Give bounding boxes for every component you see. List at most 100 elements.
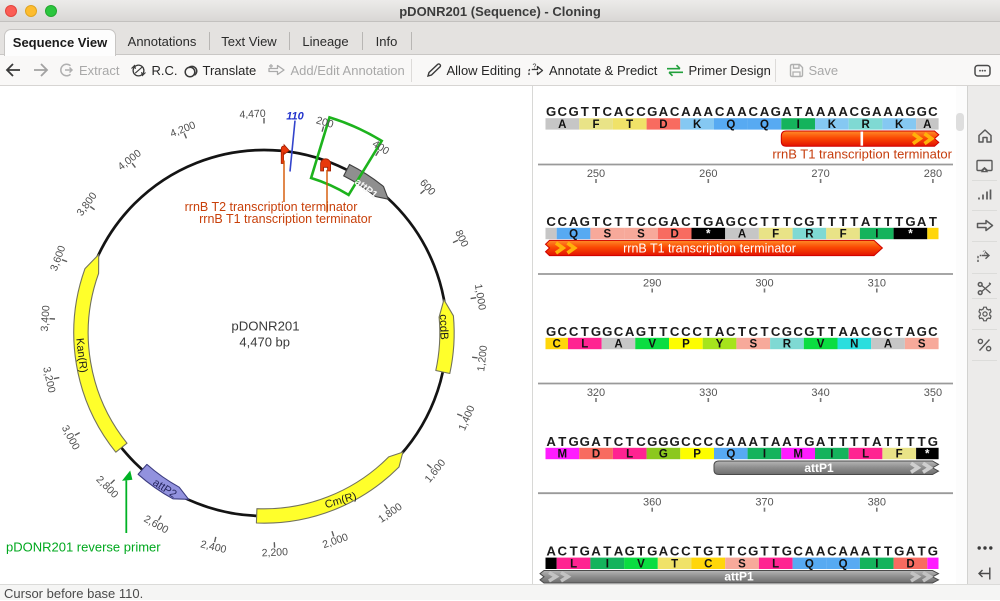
svg-text:A: A: [546, 544, 556, 559]
svg-text:A: A: [827, 104, 837, 119]
svg-text:T: T: [794, 434, 802, 449]
svg-text:T: T: [760, 214, 768, 229]
svg-text:A: A: [850, 544, 860, 559]
svg-text:D: D: [592, 449, 600, 461]
svg-text:attP1: attP1: [804, 461, 834, 475]
svg-text:A: A: [782, 104, 792, 119]
svg-text:rrnB T1 transcription terminat: rrnB T1 transcription terminator: [199, 212, 372, 226]
svg-text:C: C: [771, 324, 781, 339]
svg-text:D: D: [670, 229, 678, 241]
svg-text:Q: Q: [805, 558, 814, 570]
svg-text:T: T: [626, 214, 634, 229]
svg-text:A: A: [737, 434, 747, 449]
svg-text:A: A: [861, 214, 871, 229]
svg-text:G: G: [782, 324, 792, 339]
svg-text:G: G: [726, 214, 736, 229]
svg-text:T: T: [783, 214, 791, 229]
svg-text:C: C: [737, 214, 747, 229]
svg-text:Y: Y: [716, 339, 724, 351]
svg-text:T: T: [862, 434, 870, 449]
svg-text:?: ?: [983, 250, 987, 257]
svg-text:C: C: [614, 324, 624, 339]
svg-text:C: C: [614, 434, 624, 449]
svg-text:T: T: [760, 434, 768, 449]
svg-text:L: L: [626, 449, 633, 461]
svg-text:3,000: 3,000: [59, 423, 82, 452]
svg-text:G: G: [591, 324, 601, 339]
svg-text:G: G: [580, 214, 590, 229]
svg-text:3,400: 3,400: [39, 305, 53, 332]
svg-text:G: G: [602, 324, 612, 339]
svg-text:C: C: [625, 104, 635, 119]
svg-text:320: 320: [587, 387, 605, 399]
svg-text:800: 800: [452, 228, 470, 249]
svg-text:M: M: [558, 449, 568, 461]
svg-text:4,470 bp: 4,470 bp: [239, 335, 290, 350]
svg-text:G: G: [658, 214, 668, 229]
svg-text:T: T: [648, 324, 656, 339]
svg-text:C: C: [636, 214, 646, 229]
svg-text:*: *: [706, 229, 711, 241]
svg-text:T: T: [884, 544, 892, 559]
svg-text:C: C: [558, 544, 568, 559]
svg-text:T: T: [592, 214, 600, 229]
svg-text:A: A: [715, 324, 725, 339]
svg-text:C: C: [681, 324, 691, 339]
svg-text:N: N: [850, 339, 858, 351]
svg-text:T: T: [704, 324, 712, 339]
svg-text:A: A: [614, 339, 622, 351]
svg-text:C: C: [558, 324, 568, 339]
svg-text:C: C: [928, 324, 938, 339]
svg-text:C: C: [681, 434, 691, 449]
svg-text:A: A: [546, 434, 556, 449]
svg-text:C: C: [558, 104, 568, 119]
svg-text:K: K: [693, 119, 702, 131]
svg-text:1,000: 1,000: [472, 283, 488, 311]
svg-text:A: A: [614, 104, 624, 119]
svg-text:280: 280: [924, 168, 942, 180]
svg-text:T: T: [693, 544, 701, 559]
svg-text:G: G: [658, 434, 668, 449]
svg-text:T: T: [828, 214, 836, 229]
svg-text:C: C: [737, 544, 747, 559]
svg-text:G: G: [928, 434, 938, 449]
svg-text:G: G: [636, 324, 646, 339]
svg-text:A: A: [591, 544, 601, 559]
svg-text:350: 350: [924, 387, 942, 399]
svg-text:T: T: [839, 434, 847, 449]
svg-text:A: A: [737, 104, 747, 119]
svg-text:C: C: [546, 214, 556, 229]
svg-text:2,800: 2,800: [93, 474, 120, 501]
svg-text:T: T: [626, 434, 634, 449]
svg-text:G: G: [568, 104, 578, 119]
svg-text:A: A: [917, 214, 927, 229]
svg-text:T: T: [570, 544, 578, 559]
svg-text:C: C: [636, 434, 646, 449]
svg-text:T: T: [603, 434, 611, 449]
svg-text:L: L: [570, 558, 577, 570]
svg-text:T: T: [895, 214, 903, 229]
svg-text:D: D: [659, 119, 667, 131]
svg-text:A: A: [726, 104, 736, 119]
svg-text:A: A: [838, 544, 848, 559]
svg-text:370: 370: [755, 497, 773, 509]
svg-text:4,470: 4,470: [239, 108, 266, 121]
svg-text:A: A: [704, 104, 714, 119]
svg-text:T: T: [659, 324, 667, 339]
svg-text:G: G: [905, 104, 915, 119]
svg-text:G: G: [580, 434, 590, 449]
svg-text:A: A: [659, 544, 669, 559]
svg-text:P: P: [682, 339, 690, 351]
svg-text:I: I: [875, 229, 878, 241]
svg-text:A: A: [923, 119, 931, 131]
svg-text:4,000: 4,000: [116, 147, 144, 173]
svg-text:rrnB T1 transcription terminat: rrnB T1 transcription terminator: [772, 147, 952, 162]
svg-text:V: V: [637, 558, 645, 570]
svg-text:T: T: [929, 214, 937, 229]
svg-text:I: I: [797, 119, 800, 131]
svg-text:C: C: [793, 214, 803, 229]
svg-text:C: C: [793, 544, 803, 559]
svg-text:A: A: [569, 214, 579, 229]
svg-text:S: S: [603, 229, 611, 241]
svg-text:A: A: [906, 544, 916, 559]
